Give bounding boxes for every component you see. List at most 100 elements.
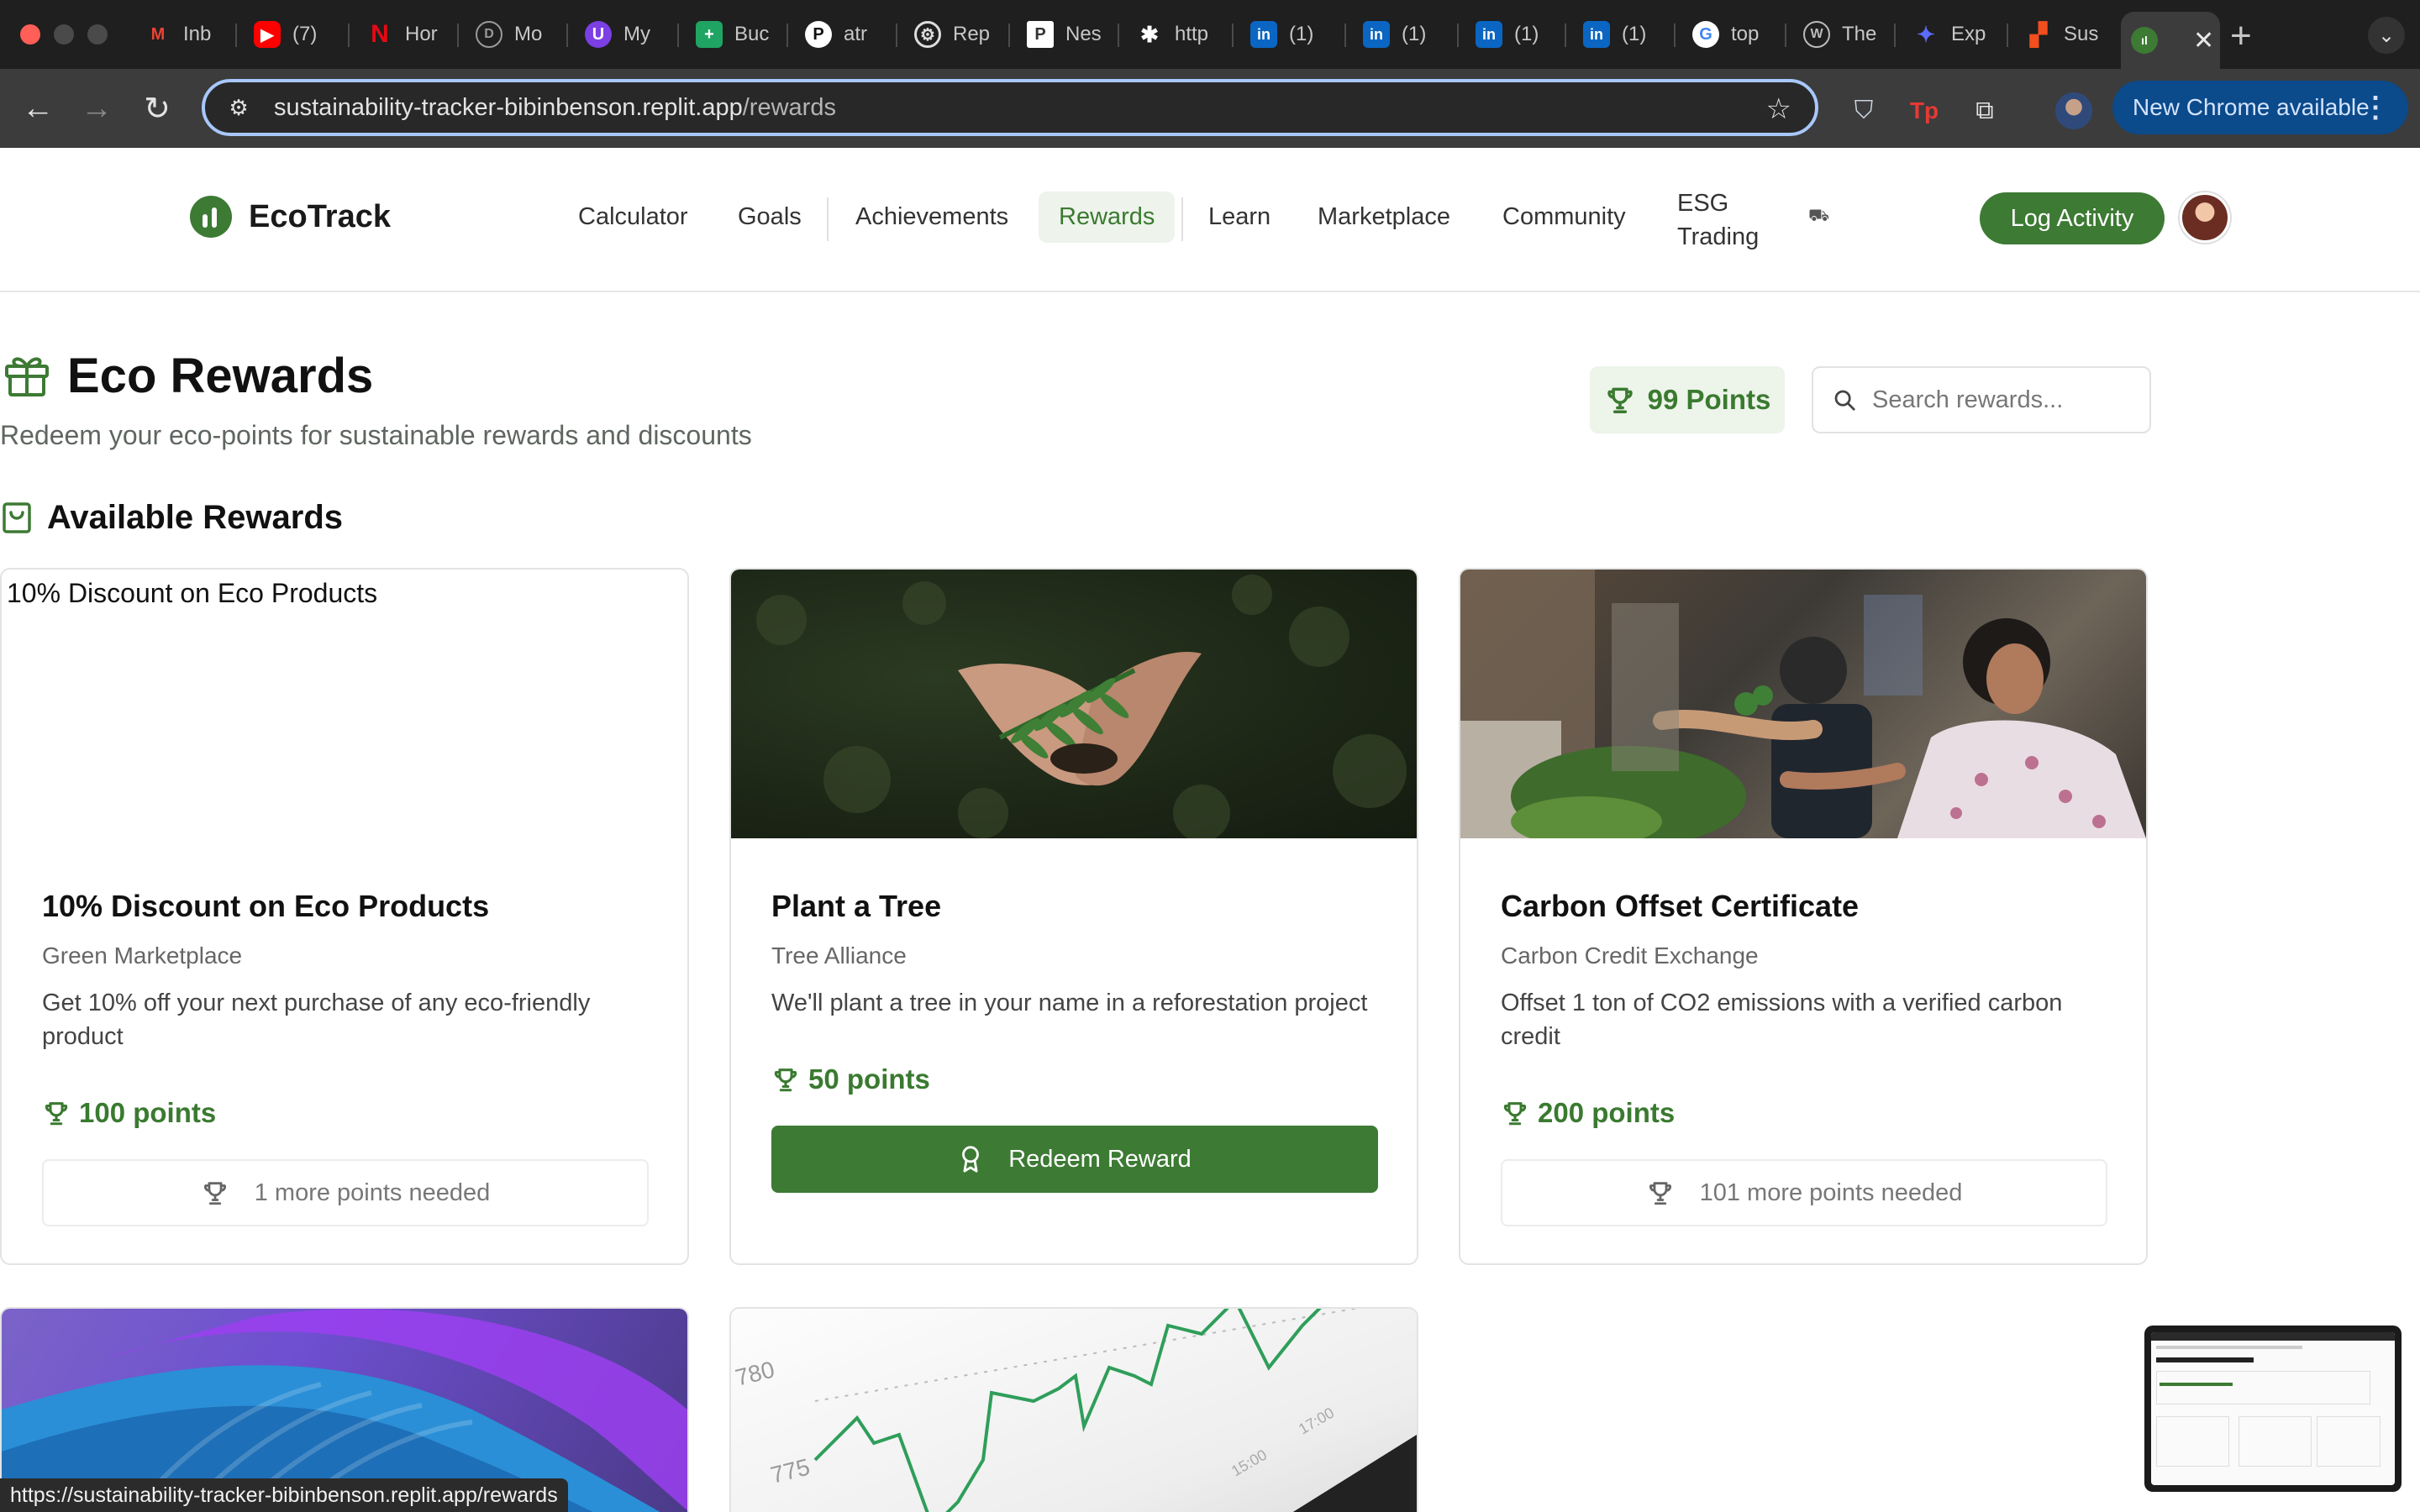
broken-image-alt-text: 10% Discount on Eco Products: [7, 578, 378, 608]
reward-points: 100 points: [42, 1097, 216, 1129]
points-needed-button: 101 more points needed: [1501, 1159, 2107, 1226]
hands-with-fern-illustration: [756, 575, 1407, 838]
nav-divider: [827, 197, 829, 241]
mo-icon: D: [476, 21, 502, 48]
browser-tab[interactable]: N Hor: [356, 12, 449, 57]
app-header: EcoTrack Calculator Goals Achievements R…: [0, 148, 2420, 292]
leaf-chart-icon: [190, 196, 232, 238]
nav-esg-trading[interactable]: ESG Trading: [1677, 186, 1759, 254]
tab-search-button[interactable]: ⌄: [2368, 17, 2405, 54]
the-icon: W: [1803, 21, 1830, 48]
reward-partner: Green Marketplace: [42, 942, 243, 969]
browser-tab-strip: M Inb ▶ (7) N Hor D Mo U My + Buc P atr …: [0, 0, 2420, 69]
browser-tab[interactable]: in (1): [1465, 12, 1566, 57]
svg-text:17:00: 17:00: [1296, 1404, 1337, 1438]
svg-text:15:00: 15:00: [1228, 1446, 1270, 1480]
stock-chart-illustration: 780 775 15:00 17:00: [733, 1309, 1417, 1512]
search-rewards[interactable]: [1812, 366, 2151, 433]
browser-tab[interactable]: ▞ Sus: [2015, 12, 2111, 57]
back-button[interactable]: ←: [17, 87, 59, 129]
browser-tab[interactable]: ▶ (7): [244, 12, 336, 57]
address-bar[interactable]: ⚙ sustainability-tracker-bibinbenson.rep…: [202, 79, 1818, 136]
reward-description: Offset 1 ton of CO2 emissions with a ver…: [1501, 990, 2063, 1050]
browser-tab[interactable]: P atr: [795, 12, 887, 57]
zoom-window-button[interactable]: [87, 24, 108, 45]
linkedin-icon: in: [1250, 21, 1277, 48]
browser-tab[interactable]: in (1): [1573, 12, 1674, 57]
reward-card: Plant a Tree Tree Alliance We'll plant a…: [729, 568, 1418, 1265]
minimize-window-button[interactable]: [54, 24, 74, 45]
puzzle-extensions-icon[interactable]: ⧉: [1966, 92, 2003, 129]
browser-tab[interactable]: ✱ http: [1126, 12, 1227, 57]
more-menu-icon[interactable]: ⋮: [2361, 91, 2390, 124]
reward-image-market: [1460, 570, 2146, 838]
reward-card: 10% Discount on Eco Products 10% Discoun…: [0, 568, 689, 1265]
shield-icon[interactable]: ⛉: [1845, 92, 1882, 129]
link-status-bar: https://sustainability-tracker-bibinbens…: [0, 1478, 568, 1512]
nav-divider: [1181, 197, 1183, 241]
profile-avatar-icon[interactable]: [2055, 92, 2092, 129]
trophy-icon: [203, 1182, 226, 1205]
gmail-icon: M: [150, 24, 166, 44]
redeem-reward-button[interactable]: Redeem Reward: [771, 1126, 1378, 1193]
nav-goals[interactable]: Goals: [738, 203, 802, 231]
linkedin-icon: in: [1583, 21, 1610, 48]
section-title: Available Rewards: [47, 499, 344, 536]
award-icon: [962, 1146, 980, 1173]
site-info-icon[interactable]: ⚙: [224, 92, 254, 123]
trophy-icon: [45, 1102, 68, 1126]
bookmark-star-icon[interactable]: ☆: [1766, 92, 1791, 126]
chevron-down-icon: ⌄: [2377, 24, 2396, 47]
exp-icon: ✦: [1917, 21, 1935, 47]
browser-tab-active[interactable]: ıl ✕: [2121, 12, 2220, 69]
chart-tick-label: 780: [733, 1356, 777, 1390]
reward-description: Get 10% off your next purchase of any ec…: [42, 990, 591, 1050]
nav-learn[interactable]: Learn: [1208, 203, 1270, 231]
reward-title: Carbon Offset Certificate: [1501, 889, 1860, 923]
extension-tp-icon[interactable]: Tp: [1906, 92, 1943, 129]
browser-tab[interactable]: G top: [1682, 12, 1780, 57]
close-window-button[interactable]: [20, 24, 40, 45]
reward-partner: Tree Alliance: [771, 942, 907, 969]
chart-tick-label: 775: [768, 1453, 813, 1488]
page-subtitle: Redeem your eco-points for sustainable r…: [0, 420, 752, 450]
browser-tab[interactable]: U My: [575, 12, 667, 57]
reward-image-stock-chart: 780 775 15:00 17:00: [731, 1309, 1417, 1512]
browser-tab[interactable]: M Inb: [134, 12, 222, 57]
reward-points: 50 points: [771, 1063, 930, 1095]
close-icon[interactable]: ✕: [2193, 26, 2214, 55]
browser-tab[interactable]: + Buc: [686, 12, 778, 57]
picture-in-picture-preview[interactable]: [2144, 1326, 2402, 1492]
brand-name: EcoTrack: [249, 198, 391, 234]
user-avatar[interactable]: [2180, 192, 2230, 243]
search-input[interactable]: [1872, 386, 2141, 414]
log-activity-button[interactable]: Log Activity: [1980, 192, 2165, 244]
reload-button[interactable]: ↻: [136, 87, 178, 129]
shopping-bag-icon: [3, 502, 31, 533]
browser-tab[interactable]: in (1): [1353, 12, 1454, 57]
forward-button[interactable]: →: [76, 87, 118, 129]
browser-tab[interactable]: P Nes: [1017, 12, 1114, 57]
nav-marketplace[interactable]: Marketplace: [1318, 203, 1450, 231]
nav-calculator[interactable]: Calculator: [578, 203, 688, 231]
trophy-icon: [1503, 1102, 1527, 1126]
reward-card: 780 775 15:00 17:00: [729, 1307, 1418, 1512]
browser-tab[interactable]: D Mo: [466, 12, 558, 57]
browser-tab[interactable]: in (1): [1240, 12, 1341, 57]
url-text[interactable]: sustainability-tracker-bibinbenson.repli…: [274, 94, 836, 122]
nav-achievements[interactable]: Achievements: [855, 203, 1008, 231]
linkedin-icon: in: [1476, 21, 1502, 48]
browser-tab[interactable]: ⚙ Rep: [904, 12, 1002, 57]
reward-image-hands-plant: [731, 570, 1417, 838]
nav-community[interactable]: Community: [1502, 203, 1626, 231]
nav-rewards[interactable]: Rewards: [1039, 192, 1176, 243]
brand-logo[interactable]: EcoTrack: [190, 196, 391, 238]
chrome-update-button[interactable]: New Chrome available ⋮: [2112, 81, 2408, 134]
browser-tab[interactable]: W The: [1793, 12, 1889, 57]
google-icon: G: [1692, 21, 1719, 48]
reward-partner: Carbon Credit Exchange: [1501, 942, 1759, 969]
new-tab-button[interactable]: +: [2230, 15, 2252, 57]
browser-tab[interactable]: ✦ Exp: [1902, 12, 1998, 57]
reward-title: 10% Discount on Eco Products: [42, 889, 490, 923]
trading-chart-icon[interactable]: ⛟: [1808, 207, 1829, 228]
